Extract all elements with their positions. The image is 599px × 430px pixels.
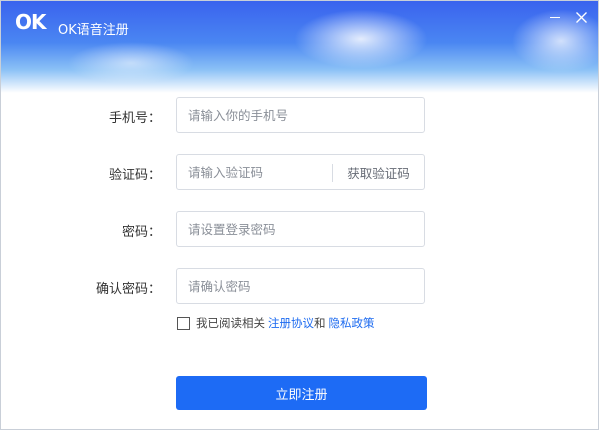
agreement-row: 我已阅读相关 注册协议 和 隐私政策 — [177, 316, 375, 330]
code-label: 验证码： — [108, 168, 161, 183]
password-input[interactable] — [188, 212, 413, 246]
password-field — [176, 211, 425, 247]
close-button[interactable] — [573, 9, 589, 25]
phone-label: 手机号： — [108, 111, 161, 126]
agreement-prefix: 我已阅读相关 — [196, 316, 265, 330]
password-label: 密码： — [121, 225, 161, 240]
confirm-password-input[interactable] — [188, 269, 413, 303]
window-title: OK语音注册 — [58, 23, 129, 38]
terms-link[interactable]: 注册协议 — [268, 315, 314, 331]
confirm-password-label: 确认密码： — [95, 282, 161, 297]
minimize-button[interactable] — [547, 9, 563, 25]
agreement-checkbox[interactable] — [177, 316, 190, 330]
header-banner: OK OK语音注册 — [1, 1, 598, 93]
register-button[interactable]: 立即注册 — [176, 376, 427, 410]
app-logo: OK — [15, 10, 46, 34]
code-input[interactable] — [188, 155, 328, 189]
agreement-conjunction: 和 — [314, 316, 326, 330]
phone-field — [176, 97, 425, 133]
minimize-icon — [550, 16, 560, 18]
phone-input[interactable] — [188, 98, 413, 132]
confirm-password-field — [176, 268, 425, 304]
privacy-link[interactable]: 隐私政策 — [329, 315, 375, 331]
register-window: OK OK语音注册 手机号： 验证码： 获取验证码 密码： 确认密码： 我已阅读… — [0, 0, 599, 430]
code-field: 获取验证码 — [176, 154, 425, 190]
close-icon — [575, 11, 587, 23]
get-code-button[interactable]: 获取验证码 — [333, 155, 424, 189]
